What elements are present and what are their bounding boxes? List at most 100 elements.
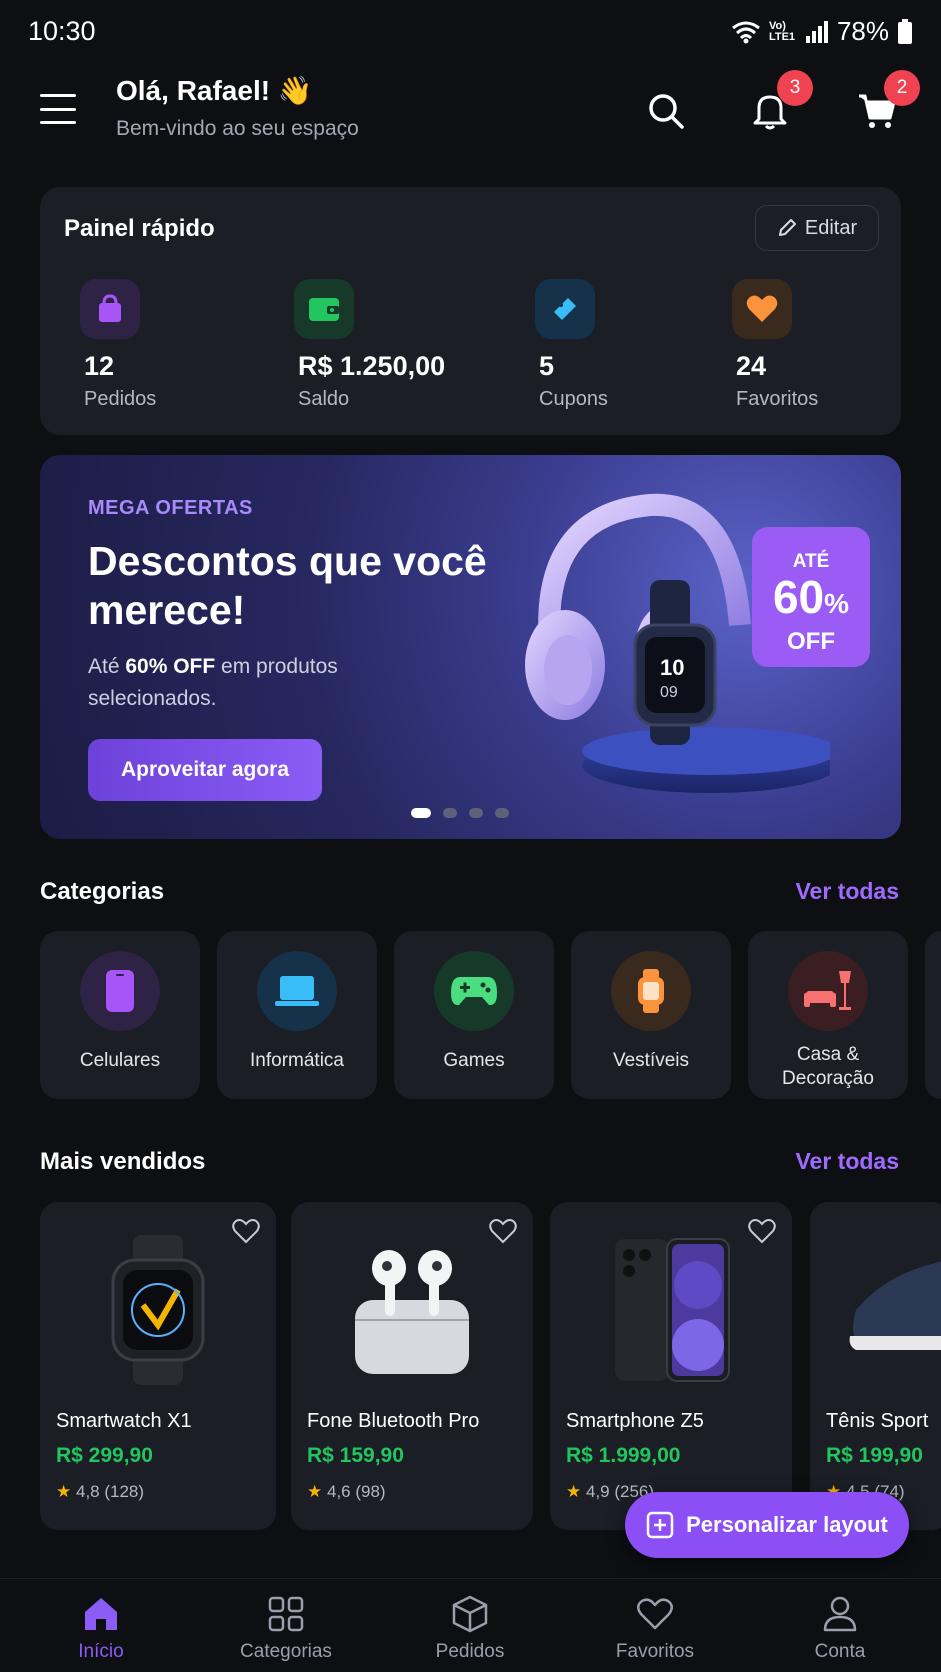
customize-layout-button[interactable]: Personalizar layout xyxy=(625,1492,909,1558)
product-image xyxy=(550,1230,792,1390)
notifications-button[interactable]: 3 xyxy=(745,70,813,136)
product-card[interactable]: Fone Bluetooth Pro R$ 159,90 ★ 4,6 (98) xyxy=(291,1202,533,1530)
product-rating: ★ 4,6 (98) xyxy=(307,1482,386,1501)
category-informatica[interactable]: Informática xyxy=(217,931,377,1099)
search-icon[interactable] xyxy=(641,86,691,136)
tag-bottom: OFF xyxy=(787,628,835,655)
banner-cta-button[interactable]: Aproveitar agora xyxy=(88,739,322,801)
status-icons: Vo) LTE1 78% xyxy=(731,16,913,47)
category-casa-decoracao[interactable]: Casa & Decoração xyxy=(748,931,908,1099)
tag-value: 60% xyxy=(772,571,850,623)
tag-top: ATÉ xyxy=(792,551,830,572)
category-celulares[interactable]: Celulares xyxy=(40,931,200,1099)
quick-panel: Painel rápido Editar 12 Pedidos R$ 1.250… xyxy=(40,187,901,435)
product-image xyxy=(291,1230,533,1390)
product-price: R$ 299,90 xyxy=(56,1444,153,1467)
smartwatch-icon xyxy=(611,951,691,1031)
category-vestiveis[interactable]: Vestíveis xyxy=(571,931,731,1099)
grid-icon xyxy=(221,1593,351,1635)
battery-icon xyxy=(898,18,912,44)
stat-cupons[interactable]: 5 Cupons xyxy=(535,279,608,411)
lte-indicator: Vo) LTE1 xyxy=(768,19,796,43)
category-label: Casa & Decoração xyxy=(782,1044,874,1089)
best-sellers-title: Mais vendidos xyxy=(40,1148,206,1175)
star-icon: ★ xyxy=(56,1482,72,1501)
watch-hours: 10 xyxy=(660,655,684,680)
smartphone-icon xyxy=(80,951,160,1031)
product-price: R$ 1.999,00 xyxy=(566,1444,681,1467)
category-games[interactable]: Games xyxy=(394,931,554,1099)
nav-label: Início xyxy=(78,1641,124,1662)
gamepad-icon xyxy=(434,951,514,1031)
stat-value: 12 xyxy=(84,351,115,381)
product-card[interactable]: Smartwatch X1 R$ 299,90 ★ 4,8 (128) xyxy=(40,1202,276,1530)
product-card[interactable]: Smartphone Z5 R$ 1.999,00 ★ 4,9 (256) xyxy=(550,1202,792,1530)
carousel-dot-1[interactable] xyxy=(411,808,431,818)
heart-outline-icon xyxy=(590,1593,720,1635)
stat-saldo[interactable]: R$ 1.250,00 Saldo xyxy=(294,279,445,411)
banner-description: Até 60% OFF em produtos selecionados. xyxy=(88,655,338,710)
nav-item-pedidos[interactable]: Pedidos xyxy=(405,1593,535,1663)
signal-icon xyxy=(805,20,828,43)
product-name: Smartphone Z5 xyxy=(566,1410,704,1432)
greeting-title: Olá, Rafael! 👋 xyxy=(116,75,313,106)
stat-label: Saldo xyxy=(298,388,350,410)
stat-label: Cupons xyxy=(539,388,608,410)
wallet-icon xyxy=(294,279,354,339)
product-name: Tênis Sport xyxy=(826,1410,929,1432)
app-header: Olá, Rafael! 👋 Bem-vindo ao seu espaço 3… xyxy=(0,62,941,182)
categories-title: Categorias xyxy=(40,878,165,905)
best-sellers-see-all-link[interactable]: Ver todas xyxy=(795,1148,899,1175)
category-label: Games xyxy=(443,1050,505,1071)
carousel-dot-4[interactable] xyxy=(495,808,509,818)
category-label: Celulares xyxy=(79,1050,161,1071)
cart-badge: 2 xyxy=(884,70,920,106)
product-card[interactable]: Tênis Sport R$ 199,90 ★ 4,5 (74) xyxy=(810,1202,941,1530)
stat-pedidos[interactable]: 12 Pedidos xyxy=(80,279,156,411)
shopping-bag-icon xyxy=(80,279,140,339)
discount-tag: ATÉ 60% OFF xyxy=(752,527,870,667)
edit-button[interactable]: Editar xyxy=(755,205,879,251)
customize-icon xyxy=(646,1511,674,1539)
laptop-icon xyxy=(257,951,337,1031)
stat-label: Favoritos xyxy=(736,388,819,410)
nav-item-categorias[interactable]: Categorias xyxy=(221,1593,351,1663)
carousel-dot-3[interactable] xyxy=(469,808,483,818)
stat-label: Pedidos xyxy=(84,388,157,410)
product-image xyxy=(810,1230,941,1390)
carousel-dot-2[interactable] xyxy=(443,808,457,818)
home-icon xyxy=(36,1593,166,1635)
categories-see-all-link[interactable]: Ver todas xyxy=(795,878,899,905)
quick-panel-title: Painel rápido xyxy=(64,215,215,242)
nav-label: Pedidos xyxy=(435,1641,505,1662)
nav-item-inicio[interactable]: Início xyxy=(36,1593,166,1663)
product-price: R$ 199,90 xyxy=(826,1444,923,1467)
banner-headline: Descontos que você merece! xyxy=(88,538,487,633)
carousel-dots xyxy=(411,808,509,818)
product-name: Fone Bluetooth Pro xyxy=(307,1410,480,1432)
stat-favoritos[interactable]: 24 Favoritos xyxy=(732,279,818,411)
sofa-lamp-icon xyxy=(788,951,868,1031)
heart-icon xyxy=(732,279,792,339)
promo-banner[interactable]: MEGA OFERTAS Descontos que você merece! … xyxy=(40,455,901,839)
greeting-subtitle: Bem-vindo ao seu espaço xyxy=(116,117,359,140)
cart-button[interactable]: 2 xyxy=(852,70,920,136)
nav-label: Favoritos xyxy=(615,1641,695,1662)
battery-percent: 78% xyxy=(836,16,889,46)
star-icon: ★ xyxy=(566,1482,582,1501)
edit-label: Editar xyxy=(804,216,858,239)
category-label: Informática xyxy=(250,1050,344,1071)
notifications-badge: 3 xyxy=(777,70,813,106)
nav-item-conta[interactable]: Conta xyxy=(775,1593,905,1663)
user-icon xyxy=(775,1593,905,1635)
category-partial[interactable] xyxy=(925,931,941,1099)
nav-label: Categorias xyxy=(240,1641,332,1662)
star-icon: ★ xyxy=(307,1482,323,1501)
wifi-icon xyxy=(732,21,760,43)
stat-value: 24 xyxy=(736,351,767,381)
menu-icon[interactable] xyxy=(40,94,76,124)
nav-label: Conta xyxy=(814,1641,866,1662)
product-rating: ★ 4,8 (128) xyxy=(56,1482,145,1501)
nav-item-favoritos[interactable]: Favoritos xyxy=(590,1593,720,1663)
bottom-nav: Início Categorias Pedidos Favoritos Cont… xyxy=(0,1578,941,1672)
